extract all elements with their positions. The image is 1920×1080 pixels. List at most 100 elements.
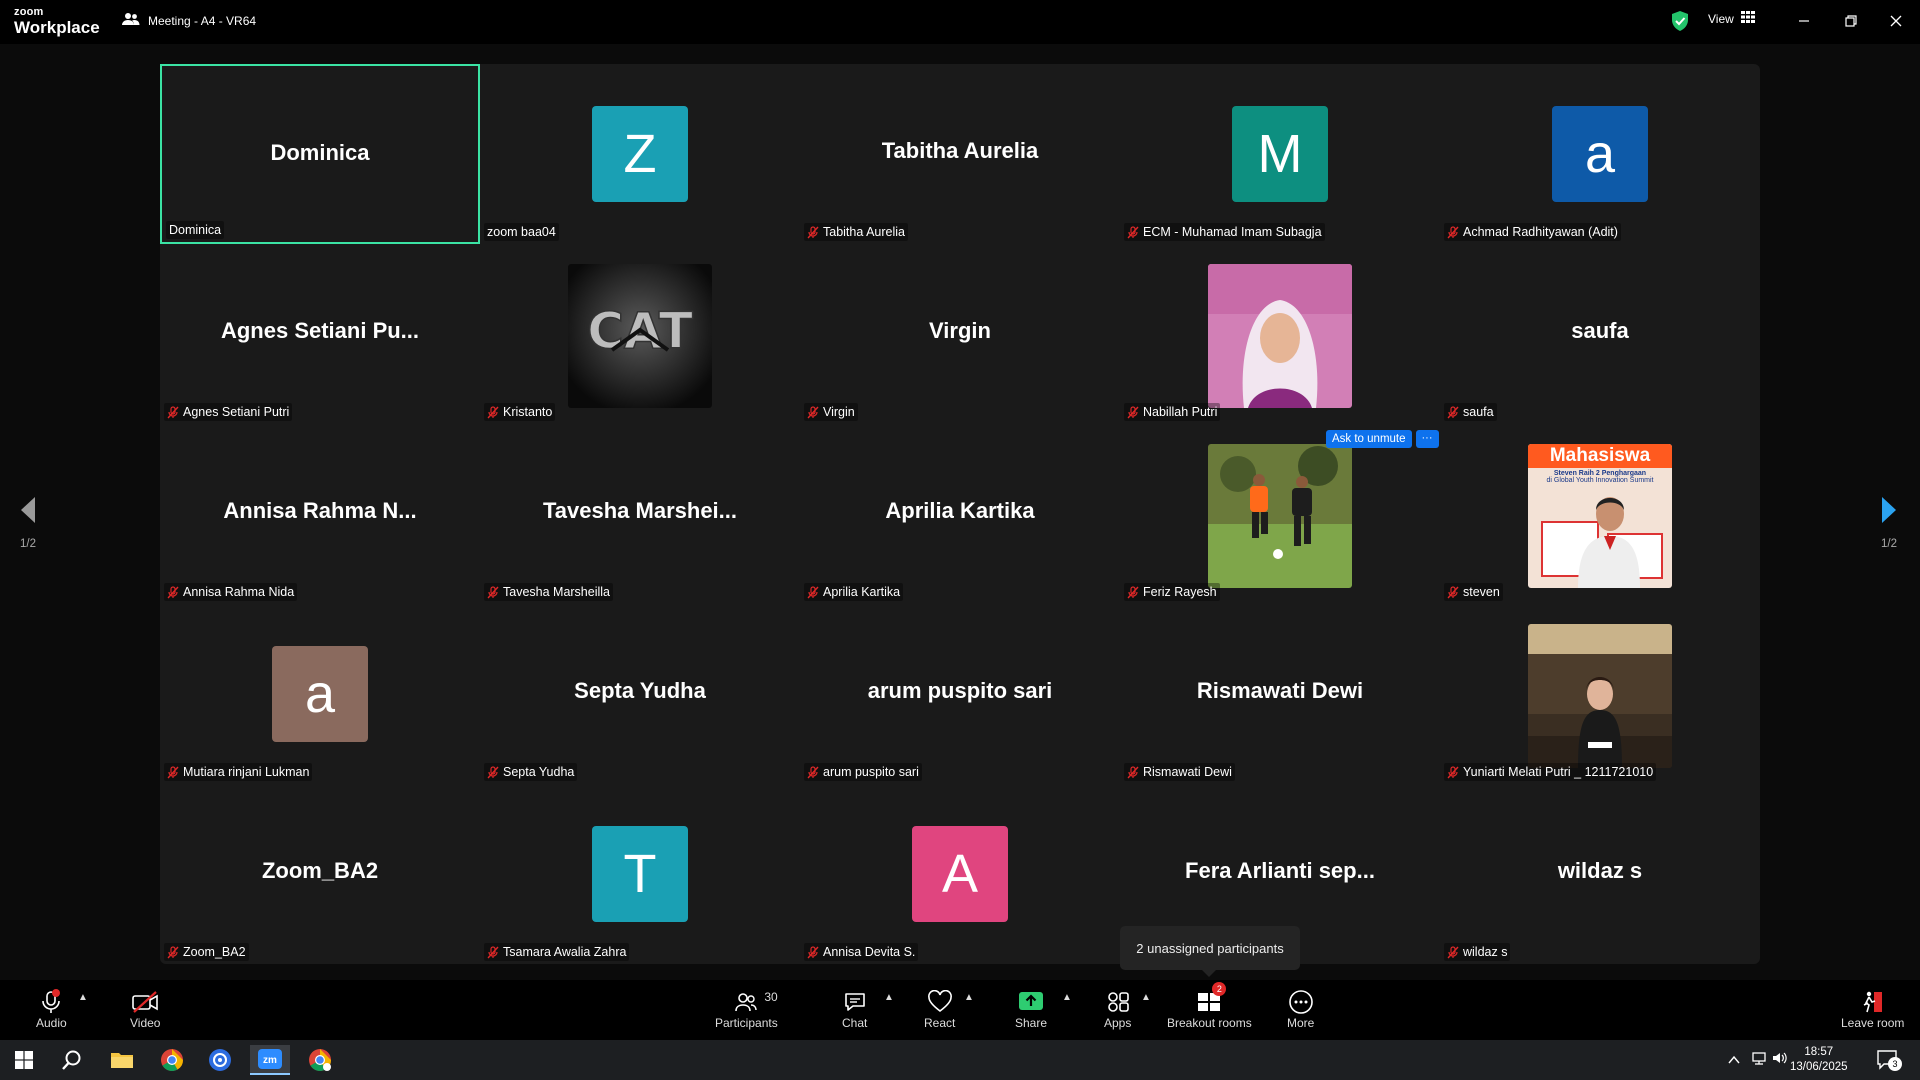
muted-microphone-icon [1447, 945, 1459, 959]
participant-name-label: Rismawati Dewi [1124, 763, 1235, 781]
notification-center-button[interactable]: 3 [1876, 1049, 1902, 1076]
app-blue-button[interactable] [200, 1045, 240, 1075]
audio-options-chevron-icon[interactable]: ▲ [78, 992, 88, 1003]
react-button[interactable]: React [924, 988, 955, 1030]
next-page[interactable]: 1/2 [1881, 496, 1897, 550]
muted-microphone-icon [1447, 585, 1459, 599]
participant-name-label: zoom baa04 [484, 223, 559, 241]
participant-name-label: Septa Yudha [484, 763, 578, 781]
participant-name-label: Tsamara Awalia Zahra [484, 943, 630, 961]
participant-tile[interactable]: a Mutiara rinjani Lukman [160, 604, 480, 784]
zoom-icon: zm [258, 1049, 282, 1069]
participant-tile[interactable]: saufa saufa [1440, 244, 1760, 424]
participant-name-label: Zoom_BA2 [164, 943, 249, 961]
audio-button[interactable]: Audio [36, 988, 67, 1030]
minimize-icon [1799, 20, 1809, 22]
participant-display-name: Dominica [270, 140, 370, 165]
close-button[interactable] [1882, 8, 1910, 34]
chat-button[interactable]: Chat [842, 988, 867, 1030]
muted-microphone-icon [1127, 405, 1139, 419]
start-button[interactable] [4, 1045, 44, 1075]
participant-tile[interactable]: A Annisa Devita S. [800, 784, 1120, 964]
participant-tile[interactable]: Zzoom baa04 [480, 64, 800, 244]
windows-taskbar: zm 18:57 13/06/2025 3 [0, 1040, 1920, 1080]
participant-video: Mahasiswa Steven Raih 2 Penghargaan di G… [1528, 444, 1672, 588]
participant-tile[interactable]: T Tsamara Awalia Zahra [480, 784, 800, 964]
network-icon[interactable] [1752, 1051, 1768, 1070]
participant-name-label: Kristanto [484, 403, 556, 421]
grid-icon [1740, 11, 1755, 26]
participant-tile[interactable]: Aprilia Kartika Aprilia Kartika [800, 424, 1120, 604]
participant-avatar: M [1232, 106, 1328, 202]
minimize-button[interactable] [1790, 8, 1818, 34]
previous-page[interactable]: 1/2 [20, 496, 36, 550]
participant-tile[interactable]: Agnes Setiani Pu... Agnes Setiani Putri [160, 244, 480, 424]
participant-tile[interactable]: Tavesha Marshei... Tavesha Marsheilla [480, 424, 800, 604]
breakout-rooms-button[interactable]: 2 Breakout rooms [1167, 982, 1252, 1030]
participant-display-name: saufa [1571, 318, 1629, 343]
participant-tile[interactable]: Feriz Rayesh [1120, 424, 1440, 604]
chat-options-chevron-icon[interactable]: ▲ [884, 992, 894, 1003]
muted-microphone-icon [167, 405, 179, 419]
participant-tile[interactable]: arum puspito sari arum puspito sari [800, 604, 1120, 784]
apps-options-chevron-icon[interactable]: ▲ [1141, 992, 1151, 1003]
participant-tile[interactable]: Zoom_BA2 Zoom_BA2 [160, 784, 480, 964]
participant-name-label: Tavesha Marsheilla [484, 583, 613, 601]
participants-button[interactable]: 30 Participants [715, 988, 778, 1030]
participant-tile[interactable]: wildaz s wildaz s [1440, 784, 1760, 964]
participants-count: 30 [764, 990, 778, 1004]
participant-tile[interactable]: a Achmad Radhityawan (Adit) [1440, 64, 1760, 244]
muted-microphone-icon [807, 765, 819, 779]
participant-tile[interactable]: Annisa Rahma N... Annisa Rahma Nida [160, 424, 480, 604]
chrome-profile-button[interactable] [300, 1045, 340, 1075]
muted-microphone-icon [1447, 405, 1459, 419]
muted-microphone-icon [807, 585, 819, 599]
title-bar: zoom Workplace Meeting - A4 - VR64 View [0, 0, 1920, 44]
meeting-title[interactable]: Meeting - A4 - VR64 [122, 12, 256, 29]
file-explorer-button[interactable] [102, 1045, 142, 1075]
participant-tile[interactable]: CAT Kristanto [480, 244, 800, 424]
restore-button[interactable] [1837, 8, 1865, 34]
search-icon [62, 1050, 81, 1070]
heart-react-icon [927, 990, 952, 1013]
react-options-chevron-icon[interactable]: ▲ [964, 992, 974, 1003]
participant-tile[interactable]: Dominica Dominica [160, 64, 480, 244]
participant-name-label: Aprilia Kartika [804, 583, 904, 601]
apps-button[interactable]: Apps [1104, 988, 1131, 1030]
participant-tile[interactable]: Nabillah Putri [1120, 244, 1440, 424]
taskbar-search-button[interactable] [52, 1045, 92, 1075]
chrome-profile-icon [309, 1049, 331, 1071]
video-button[interactable]: Video [130, 988, 160, 1030]
view-button[interactable]: View [1708, 11, 1755, 26]
ask-to-unmute-button[interactable]: Ask to unmute [1326, 430, 1412, 448]
chrome-button[interactable] [152, 1045, 192, 1075]
participant-tile[interactable]: Yuniarti Melati Putri _ 1211721010 [1440, 604, 1760, 784]
breakout-badge: 2 [1212, 982, 1227, 996]
participant-tile[interactable]: Mahasiswa Steven Raih 2 Penghargaan di G… [1440, 424, 1760, 604]
show-hidden-icons[interactable] [1728, 1052, 1740, 1070]
taskbar-clock[interactable]: 18:57 13/06/2025 [1790, 1045, 1848, 1075]
tile-more-button[interactable]: ··· [1415, 430, 1439, 448]
muted-microphone-icon [807, 945, 819, 959]
encryption-shield-icon[interactable] [1670, 10, 1690, 37]
participant-name-label: Agnes Setiani Putri [164, 403, 293, 421]
share-button[interactable]: Share [1015, 988, 1047, 1030]
share-screen-icon [1019, 992, 1044, 1010]
unassigned-participants-tooltip: 2 unassigned participants [1120, 926, 1300, 977]
zoom-taskbar-button[interactable]: zm [250, 1045, 290, 1075]
poster-line2: di Global Youth Innovation Summit [1546, 477, 1654, 484]
participant-avatar: a [1552, 106, 1648, 202]
participant-tile[interactable]: Tabitha Aurelia Tabitha Aurelia [800, 64, 1120, 244]
muted-microphone-icon [1447, 765, 1459, 779]
muted-microphone-icon [807, 225, 819, 239]
volume-icon[interactable] [1772, 1051, 1788, 1070]
muted-microphone-icon [167, 585, 179, 599]
ask-to-unmute-popup: Ask to unmute ··· [1326, 430, 1439, 448]
participant-tile[interactable]: Rismawati Dewi Rismawati Dewi [1120, 604, 1440, 784]
participant-tile[interactable]: M ECM - Muhamad Imam Subagja [1120, 64, 1440, 244]
participant-tile[interactable]: Septa Yudha Septa Yudha [480, 604, 800, 784]
share-options-chevron-icon[interactable]: ▲ [1062, 992, 1072, 1003]
leave-room-button[interactable]: Leave room [1841, 988, 1904, 1030]
participant-tile[interactable]: Virgin Virgin [800, 244, 1120, 424]
more-button[interactable]: More [1287, 988, 1314, 1030]
